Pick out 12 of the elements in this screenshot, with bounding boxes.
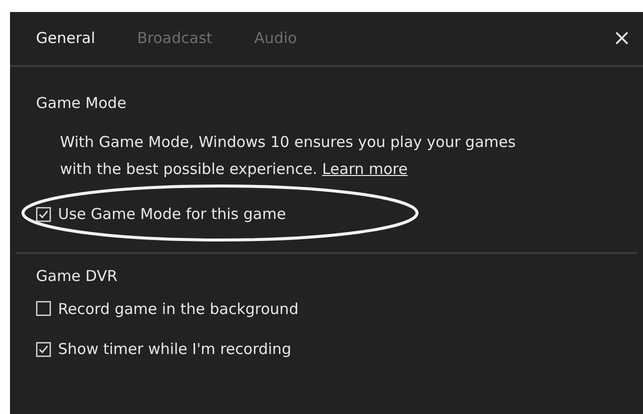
option-label: Use Game Mode for this game xyxy=(58,204,286,225)
section-title: Game DVR xyxy=(36,266,118,284)
section-title: Game Mode xyxy=(36,94,126,112)
checked-checkbox-icon[interactable] xyxy=(36,206,51,222)
close-button[interactable]: × xyxy=(608,22,635,55)
tab[interactable]: General xyxy=(36,27,96,50)
checked-checkbox-icon[interactable] xyxy=(36,342,51,357)
checkbox-icon[interactable] xyxy=(36,301,51,316)
learn-more-link[interactable]: Learn more xyxy=(322,160,408,178)
option-label: Record game in the background xyxy=(58,298,298,320)
description-text: With Game Mode, Windows 10 ensures you play your games with the best possible experience. Learn more xyxy=(59,132,517,180)
option-label: Show timer while I'm recording xyxy=(58,339,292,360)
